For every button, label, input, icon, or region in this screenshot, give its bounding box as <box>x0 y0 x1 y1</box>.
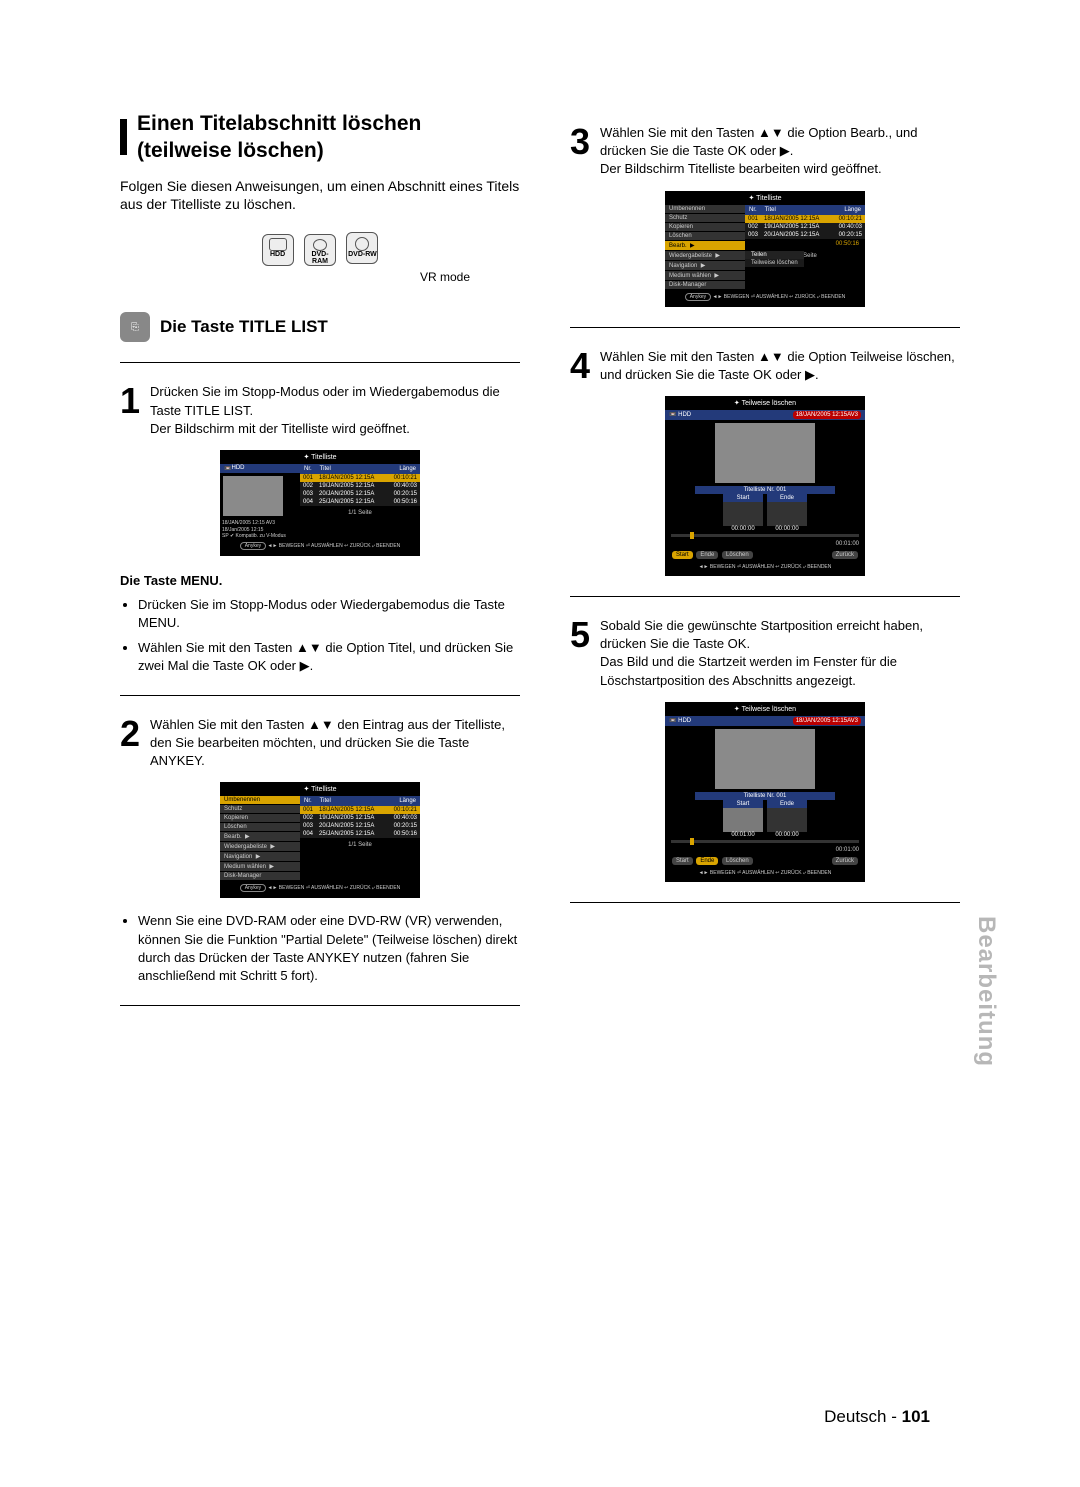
step-5-text: Sobald Sie die gewünschte Startposition … <box>600 617 960 690</box>
step-2: 2 Wählen Sie mit den Tasten ▲▼ den Eintr… <box>120 716 520 771</box>
step-2-number: 2 <box>120 716 150 771</box>
step-1-text: Drücken Sie im Stopp-Modus oder im Wiede… <box>150 383 520 438</box>
footer-lang: Deutsch - <box>824 1407 901 1426</box>
step-1: 1 Drücken Sie im Stopp-Modus oder im Wie… <box>120 383 520 438</box>
bullet-2: Wählen Sie mit den Tasten ▲▼ die Option … <box>138 639 520 675</box>
step-5-number: 5 <box>570 617 600 690</box>
title-bar <box>120 119 127 155</box>
osd-bearb-submenu: ✦ Titelliste Umbenennen Schutz Kopieren … <box>665 191 865 307</box>
subheading-row: ⎘ Die Taste TITLE LIST <box>120 312 520 342</box>
divider <box>570 327 960 328</box>
osd-partial-delete-1: ✦ Teilweise löschen 📼 HDD18/JAN/2005 12:… <box>665 396 865 576</box>
divider <box>120 362 520 363</box>
step-3: 3 Wählen Sie mit den Tasten ▲▼ die Optio… <box>570 124 960 179</box>
divider <box>570 596 960 597</box>
step-3-number: 3 <box>570 124 600 179</box>
page-footer: Deutsch - 101 <box>824 1407 930 1427</box>
osd-partial-delete-2: ✦ Teilweise löschen 📼 HDD18/JAN/2005 12:… <box>665 702 865 882</box>
bullet-1: Drücken Sie im Stopp-Modus oder Wiederga… <box>138 596 520 632</box>
subheading-text: Die Taste TITLE LIST <box>160 317 328 337</box>
dvd-ram-icon: DVD-RAM <box>304 234 336 266</box>
dvd-ram-label: DVD-RAM <box>305 251 335 265</box>
manual-page: Einen Titelabschnitt löschen (teilweise … <box>0 0 1080 1487</box>
right-column: 3 Wählen Sie mit den Tasten ▲▼ die Optio… <box>570 110 960 1026</box>
hdd-icon: HDD <box>262 234 294 266</box>
dvd-rw-icon: DVD-RW <box>346 232 378 264</box>
dvd-rw-label: DVD-RW <box>348 251 377 258</box>
step-4-number: 4 <box>570 348 600 384</box>
section-tab: Bearbeitung <box>972 916 1000 1067</box>
disc-icons: HDD DVD-RAM DVD-RW <box>120 232 520 266</box>
step-1-number: 1 <box>120 383 150 438</box>
menu-instructions: Die Taste MENU. Drücken Sie im Stopp-Mod… <box>120 572 520 675</box>
intro-text: Folgen Sie diesen Anweisungen, um einen … <box>120 177 520 215</box>
preview-area <box>715 729 815 789</box>
bullet-bottom-list: Wenn Sie eine DVD-RAM oder eine DVD-RW (… <box>120 912 520 985</box>
step-4: 4 Wählen Sie mit den Tasten ▲▼ die Optio… <box>570 348 960 384</box>
footer-page: 101 <box>902 1407 930 1426</box>
divider <box>120 1005 520 1006</box>
osd-titelliste-menu: ✦ Titelliste Umbenennen Schutz Kopieren … <box>220 782 420 898</box>
divider <box>570 902 960 903</box>
menu-heading: Die Taste MENU. <box>120 572 520 590</box>
left-column: Einen Titelabschnitt löschen (teilweise … <box>120 110 520 1026</box>
divider <box>120 695 520 696</box>
section-title-text: Einen Titelabschnitt löschen (teilweise … <box>137 110 520 165</box>
bullet-bottom: Wenn Sie eine DVD-RAM oder eine DVD-RW (… <box>138 912 520 985</box>
osd-titelliste-1: ✦ Titelliste 📼 HDD 18/JAN/2005 12:15 AV3… <box>220 450 420 556</box>
step-4-text: Wählen Sie mit den Tasten ▲▼ die Option … <box>600 348 960 384</box>
step-5: 5 Sobald Sie die gewünschte Startpositio… <box>570 617 960 690</box>
step-3-text: Wählen Sie mit den Tasten ▲▼ die Option … <box>600 124 960 179</box>
hdd-label: HDD <box>270 251 285 258</box>
step-2-text: Wählen Sie mit den Tasten ▲▼ den Eintrag… <box>150 716 520 771</box>
titlelist-button-icon: ⎘ <box>120 312 150 342</box>
vr-mode-caption: VR mode <box>120 270 470 284</box>
section-title: Einen Titelabschnitt löschen (teilweise … <box>120 110 520 165</box>
preview-area <box>715 423 815 483</box>
preview-thumb <box>223 476 283 516</box>
context-menu: Umbenennen Schutz Kopieren Löschen Bearb… <box>220 796 300 881</box>
